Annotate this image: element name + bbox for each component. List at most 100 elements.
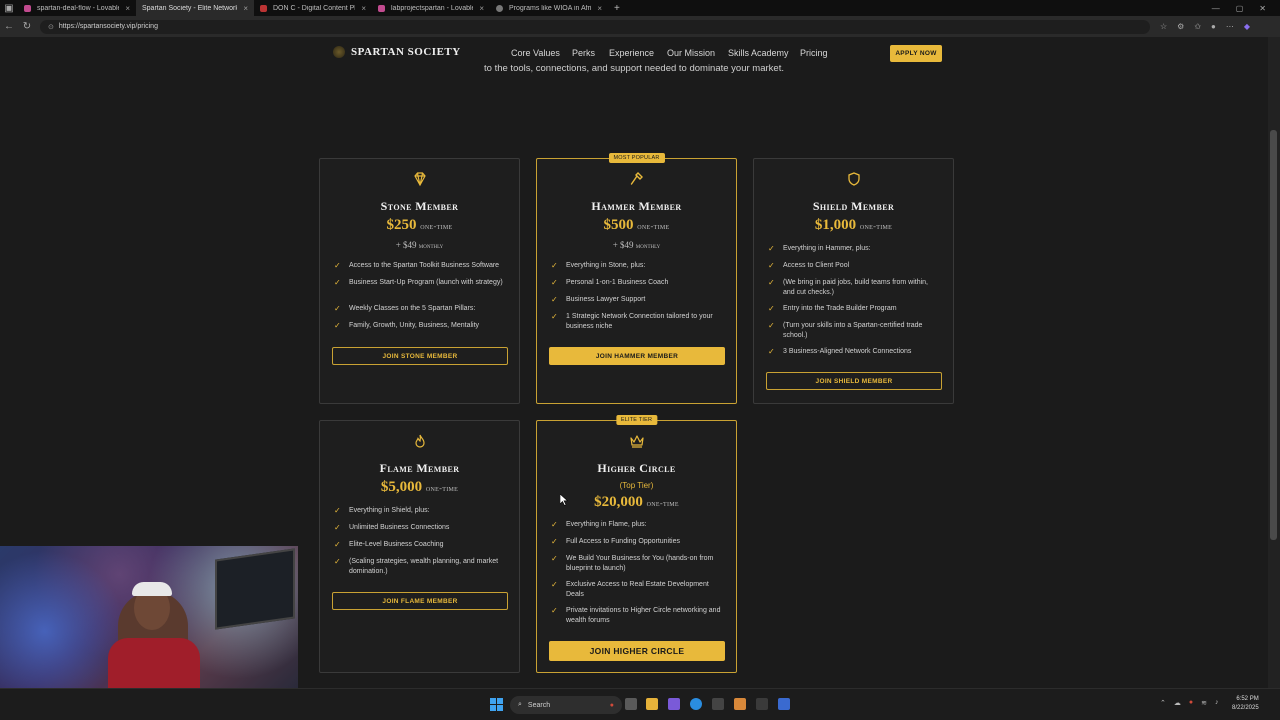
background-monitor	[215, 548, 295, 630]
card-monthly-price: + $49 monthly	[395, 240, 444, 250]
check-icon: ✓	[551, 261, 558, 270]
close-tab-icon[interactable]: ×	[361, 4, 366, 13]
bookmark-star-icon[interactable]: ☆	[1160, 22, 1167, 31]
profile-avatar-icon[interactable]: ●	[1211, 22, 1216, 31]
pricing-card-stone: Stone Member $250 one-time + $49 monthly…	[319, 158, 520, 404]
join-higher-circle-button[interactable]: JOIN HIGHER CIRCLE	[549, 641, 725, 661]
chevron-up-icon[interactable]: ⌃	[1160, 699, 1166, 707]
windows-start-icon[interactable]	[490, 698, 503, 711]
check-icon: ✓	[334, 506, 341, 515]
feature-item: ✓ Everything in Stone, plus:	[551, 261, 646, 270]
system-tray: ⌃ ☁ ● ≋ ♪	[1160, 699, 1218, 707]
taskbar-search[interactable]: ⌕ Search ●	[510, 696, 622, 714]
close-tab-icon[interactable]: ×	[125, 4, 130, 13]
feature-item: ✓ Weekly Classes on the 5 Spartan Pillars…	[334, 304, 476, 313]
scrollbar-thumb[interactable]	[1270, 130, 1277, 540]
card-monthly-price: + $49 monthly	[612, 240, 661, 250]
check-icon: ✓	[551, 554, 558, 563]
join-stone-button[interactable]: JOIN STONE MEMBER	[332, 347, 508, 365]
task-view-icon[interactable]	[625, 698, 637, 710]
check-icon: ✓	[334, 304, 341, 313]
tab-menu-icon[interactable]: ▣	[0, 3, 18, 14]
site-logo[interactable]: SPARTAN SOCIETY	[333, 46, 461, 58]
join-flame-button[interactable]: JOIN FLAME MEMBER	[332, 592, 508, 610]
copilot-icon[interactable]: ◆	[1244, 22, 1250, 31]
feature-item: ✓ We Build Your Business for You (hands-o…	[551, 554, 714, 572]
feature-item: ✓ Everything in Flame, plus:	[551, 520, 647, 529]
feature-item: ✓ Full Access to Funding Opportunities	[551, 537, 681, 546]
url-field[interactable]: ⊙ https://spartansociety.vip/pricing	[40, 19, 1150, 34]
pricing-card-flame: Flame Member $5,000 one-time ✓ Everything…	[319, 420, 520, 673]
browser-tab[interactable]: labprojectspartan - Lovable ×	[372, 0, 490, 16]
check-icon: ✓	[768, 304, 775, 313]
site-icon	[260, 4, 267, 12]
plus-icon: +	[614, 2, 620, 14]
cloud-icon[interactable]: ☁	[1174, 699, 1181, 707]
check-icon: ✓	[768, 347, 775, 356]
check-icon: ✓	[768, 278, 775, 287]
lovable-icon	[24, 4, 31, 12]
microphone-icon[interactable]: ●	[1189, 699, 1193, 707]
apply-now-button[interactable]: APPLY NOW	[890, 45, 942, 62]
feature-item: ✓ Family, Growth, Unity, Business, Mental…	[334, 321, 480, 330]
browser-tab[interactable]: Programs like WIOA in Africa ×	[490, 0, 608, 16]
edge-browser-icon[interactable]	[690, 698, 702, 710]
nav-link-skills-academy[interactable]: Skills Academy	[728, 48, 789, 58]
flame-icon	[414, 434, 425, 448]
nav-link-perks[interactable]: Perks	[572, 48, 595, 58]
store-icon[interactable]	[712, 698, 724, 710]
extensions-icon[interactable]: ⚙	[1177, 22, 1184, 31]
close-window-icon[interactable]: ✕	[1259, 4, 1266, 13]
close-tab-icon[interactable]: ×	[597, 4, 602, 13]
nav-link-pricing[interactable]: Pricing	[800, 48, 828, 58]
feature-item: ✓ 3 Business-Aligned Network Connections	[768, 347, 912, 356]
volume-icon[interactable]: ♪	[1215, 699, 1219, 707]
feature-item: ✓ Personal 1-on-1 Business Coach	[551, 278, 669, 287]
nav-link-core-values[interactable]: Core Values	[511, 48, 560, 58]
top-tier-label: (Top Tier)	[619, 481, 654, 490]
app-icon[interactable]	[778, 698, 790, 710]
check-icon: ✓	[334, 557, 341, 566]
check-icon: ✓	[551, 606, 558, 615]
browser-tab[interactable]: DON C - Digital Content Platform×	[254, 0, 372, 16]
taskbar-clock[interactable]: 6:52 PM 8/22/2025	[1232, 695, 1259, 713]
wifi-icon[interactable]: ≋	[1201, 699, 1207, 707]
nav-link-our-mission[interactable]: Our Mission	[667, 48, 715, 58]
nav-link-experience[interactable]: Experience	[609, 48, 654, 58]
maximize-icon[interactable]: ▢	[1236, 4, 1244, 13]
browser-tab[interactable]: spartan-deal-flow - Lovable ×	[18, 0, 136, 16]
terminal-icon[interactable]	[756, 698, 768, 710]
pricing-card-shield: Shield Member $1,000 one-time ✓ Everythin…	[753, 158, 954, 404]
join-shield-button[interactable]: JOIN SHIELD MEMBER	[766, 372, 942, 390]
join-hammer-button[interactable]: JOIN HAMMER MEMBER	[549, 347, 725, 365]
site-info-icon[interactable]: ⊙	[48, 23, 54, 31]
feature-item: ✓ Elite-Level Business Coaching	[334, 540, 444, 549]
close-tab-icon[interactable]: ×	[243, 4, 248, 13]
card-title: Higher Circle	[597, 461, 676, 475]
feature-item: ✓ Access to Client Pool	[768, 261, 850, 270]
minimize-icon[interactable]: —	[1212, 4, 1220, 13]
check-icon: ✓	[551, 295, 558, 304]
browser-tab-active[interactable]: Spartan Society - Elite Networking×	[136, 0, 254, 16]
feature-item: ✓ (Scaling strategies, wealth planning, a…	[334, 557, 499, 575]
check-icon: ✓	[768, 321, 775, 330]
crown-icon	[629, 435, 644, 448]
check-icon: ✓	[334, 540, 341, 549]
close-tab-icon[interactable]: ×	[479, 4, 484, 13]
more-menu-icon[interactable]: ⋯	[1226, 22, 1234, 31]
browser-address-bar: ← ↻ ⊙ https://spartansociety.vip/pricing…	[0, 16, 1280, 37]
new-tab-button[interactable]: +	[608, 0, 626, 16]
site-icon	[496, 4, 503, 12]
favorites-icon[interactable]: ✩	[1194, 22, 1201, 31]
card-title: Flame Member	[379, 461, 460, 475]
app-icon[interactable]	[668, 698, 680, 710]
most-popular-badge: MOST POPULAR	[608, 153, 665, 163]
app-icon[interactable]	[734, 698, 746, 710]
feature-item: ✓ Unlimited Business Connections	[334, 523, 450, 532]
feature-item: ✓ Exclusive Access to Real Estate Develop…	[551, 580, 709, 598]
file-explorer-icon[interactable]	[646, 698, 658, 710]
reload-icon[interactable]: ↻	[18, 21, 36, 32]
feature-item: ✓ 1 Strategic Network Connection tailored…	[551, 312, 713, 330]
presenter	[108, 638, 200, 688]
back-arrow-icon[interactable]: ←	[0, 21, 18, 32]
